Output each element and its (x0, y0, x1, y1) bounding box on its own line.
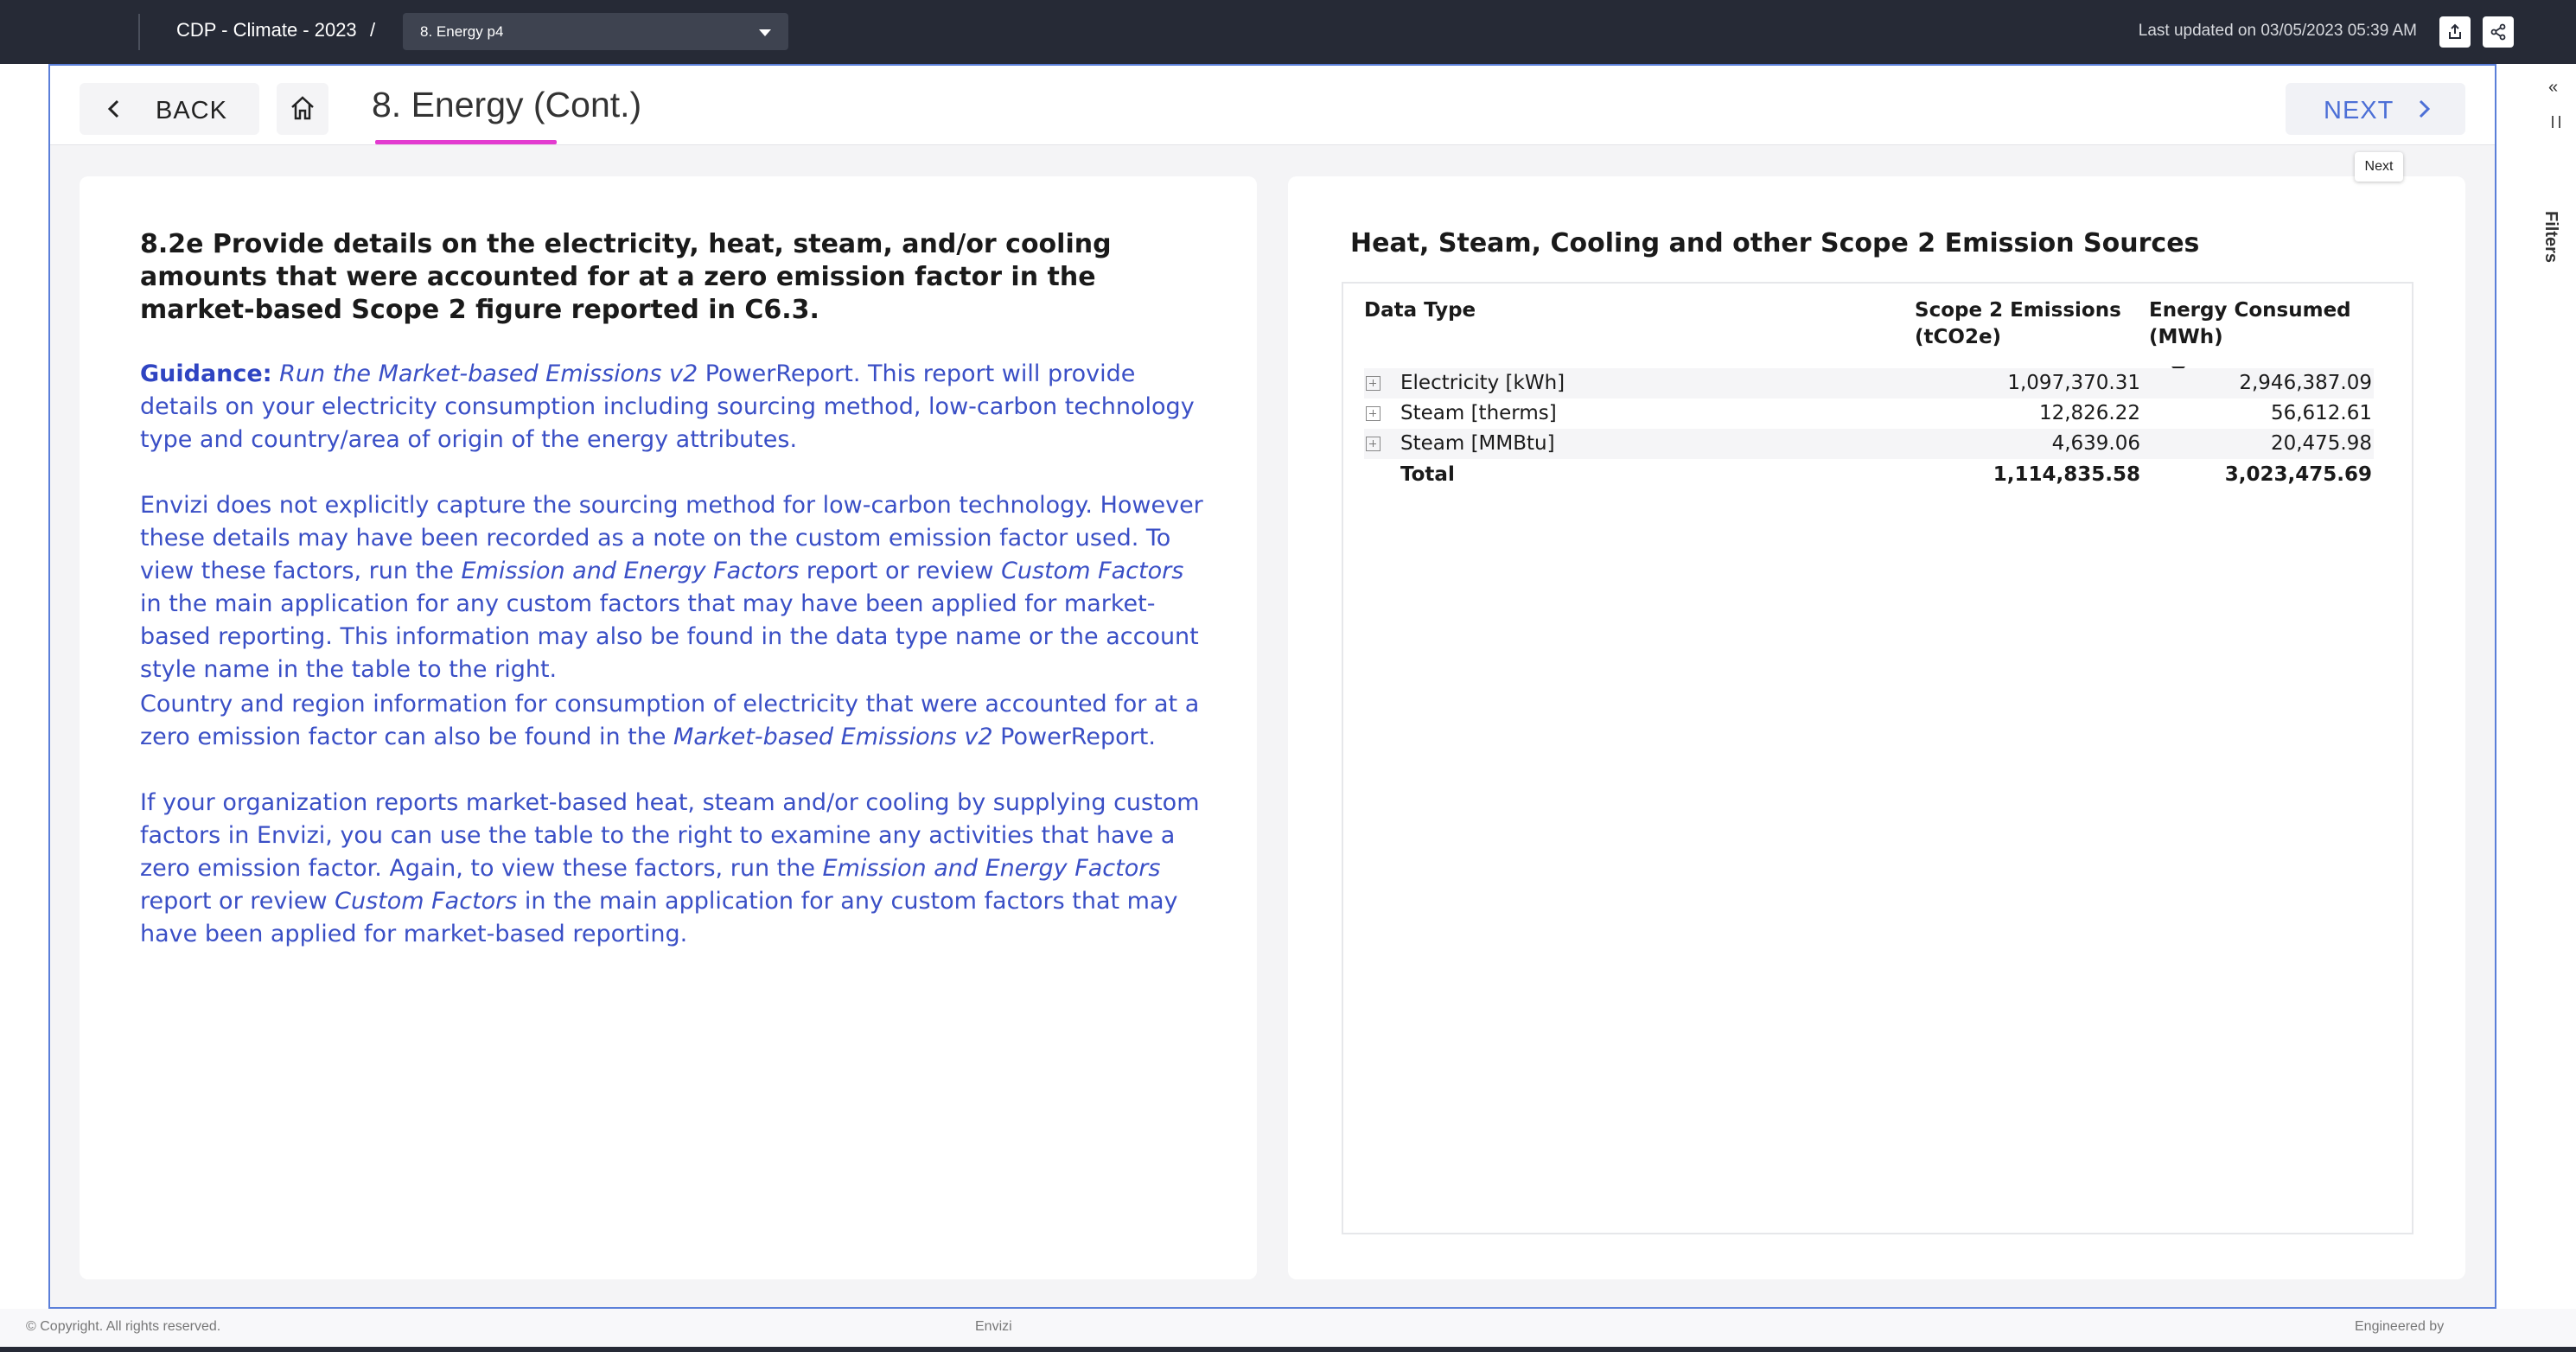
last-updated-text: Last updated on 03/05/2023 05:39 AM (2138, 22, 2417, 40)
back-button[interactable]: BACK (80, 83, 259, 135)
table-total-row: Total 1,114,835.58 3,023,475.69 (1364, 460, 2374, 490)
custom-report-name: Emission and Energy Factors (822, 855, 1161, 882)
collapse-filters-icon[interactable]: « (2548, 78, 2558, 98)
guidance-report-name: Run the Market-based Emissions v2 (279, 360, 698, 387)
row-energy: 2,946,387.09 (2239, 372, 2372, 394)
sourcing-report-name: Emission and Energy Factors (461, 558, 800, 584)
row-energy: 20,475.98 (2270, 432, 2372, 455)
divider (138, 14, 140, 50)
chevron-right-icon (2419, 99, 2431, 118)
row-data-type: Steam [MMBtu] (1400, 432, 1555, 455)
home-icon (291, 96, 314, 120)
export-button[interactable] (2439, 16, 2471, 48)
table-row[interactable]: Steam [MMBtu] 4,639.06 20,475.98 (1364, 429, 2374, 459)
expand-row-icon[interactable] (1366, 406, 1380, 421)
column-header-data-type[interactable]: Data Type (1364, 297, 1476, 324)
column-header-energy-consumed[interactable]: Energy Consumed (MWh) (2149, 297, 2356, 351)
brand-text: Envizi (975, 1319, 1012, 1334)
total-label: Total (1400, 463, 1455, 486)
emissions-matrix: Data Type Scope 2 Emissions (tCO2e) Ener… (1342, 282, 2413, 1234)
report-nav-bar: BACK 8. Energy (Cont.) NEXT (50, 66, 2495, 145)
total-energy: 3,023,475.69 (2224, 463, 2372, 486)
row-emissions: 4,639.06 (2051, 432, 2140, 455)
breadcrumb-report[interactable]: CDP - Climate - 2023 (176, 19, 357, 41)
filters-label[interactable]: Filters (2541, 211, 2560, 263)
title-accent-underline (375, 140, 557, 144)
filters-pane[interactable]: « Filters (2533, 64, 2576, 1309)
filter-handle-icon (2552, 116, 2560, 128)
guidance-card: 8.2e Provide details on the electricity,… (80, 176, 1257, 1279)
page-title: 8. Energy (Cont.) (372, 85, 642, 124)
page-select-dropdown[interactable]: 8. Energy p4 (403, 13, 788, 50)
row-data-type: Steam [therms] (1400, 402, 1557, 424)
next-tooltip: Next (2355, 152, 2403, 182)
share-icon (2490, 23, 2506, 41)
country-paragraph: Country and region information for consu… (140, 688, 1212, 754)
breadcrumb-separator: / (370, 19, 376, 41)
export-icon (2449, 23, 2461, 39)
row-energy: 56,612.61 (2270, 402, 2372, 424)
row-data-type: Electricity [kWh] (1400, 372, 1565, 394)
bottom-bar (0, 1347, 2576, 1352)
expand-row-icon[interactable] (1366, 437, 1380, 451)
total-emissions: 1,114,835.58 (1993, 463, 2140, 486)
table-row[interactable]: Electricity [kWh] 1,097,370.31 2,946,387… (1364, 368, 2374, 399)
chevron-down-icon (759, 29, 771, 36)
row-emissions: 1,097,370.31 (2007, 372, 2140, 394)
column-header-scope2-emissions[interactable]: Scope 2 Emissions (tCO2e) (1915, 297, 2122, 351)
sourcing-text-c: in the main application for any custom f… (140, 590, 1199, 683)
engineered-by-text: Engineered by (2355, 1319, 2445, 1334)
custom-factors-name: Custom Factors (335, 888, 518, 915)
share-button[interactable] (2483, 16, 2514, 48)
sourcing-paragraph: Envizi does not explicitly capture the s… (140, 489, 1212, 686)
next-button[interactable]: NEXT (2286, 83, 2465, 135)
sourcing-text-b: report or review (799, 558, 1002, 584)
custom-text-b: report or review (140, 888, 335, 915)
row-emissions: 12,826.22 (2038, 402, 2140, 424)
table-row[interactable]: Steam [therms] 12,826.22 56,612.61 (1364, 399, 2374, 429)
home-button[interactable] (277, 83, 328, 135)
question-heading: 8.2e Provide details on the electricity,… (140, 229, 1112, 325)
guidance-paragraph: Guidance: Run the Market-based Emissions… (140, 358, 1212, 456)
sourcing-custom-factors: Custom Factors (1001, 558, 1184, 584)
copyright-text: © Copyright. All rights reserved. (26, 1319, 221, 1334)
expand-row-icon[interactable] (1366, 376, 1380, 391)
country-report-name: Market-based Emissions v2 (673, 724, 993, 750)
top-bar: CDP - Climate - 2023 / 8. Energy p4 Last… (0, 0, 2576, 64)
table-heading: Heat, Steam, Cooling and other Scope 2 E… (1350, 228, 2200, 258)
guidance-label: Guidance: (140, 360, 272, 387)
next-label: NEXT (2324, 97, 2394, 124)
emissions-table-card: Heat, Steam, Cooling and other Scope 2 E… (1288, 176, 2465, 1279)
chevron-left-icon (107, 99, 119, 118)
country-text-b: PowerReport. (992, 724, 1156, 750)
custom-factors-paragraph: If your organization reports market-base… (140, 787, 1212, 951)
back-label: BACK (156, 97, 227, 124)
report-canvas: BACK 8. Energy (Cont.) NEXT Next 8.2e Pr… (48, 64, 2496, 1309)
footer: © Copyright. All rights reserved. Envizi… (0, 1309, 2576, 1347)
page-select-value: 8. Energy p4 (420, 23, 504, 40)
